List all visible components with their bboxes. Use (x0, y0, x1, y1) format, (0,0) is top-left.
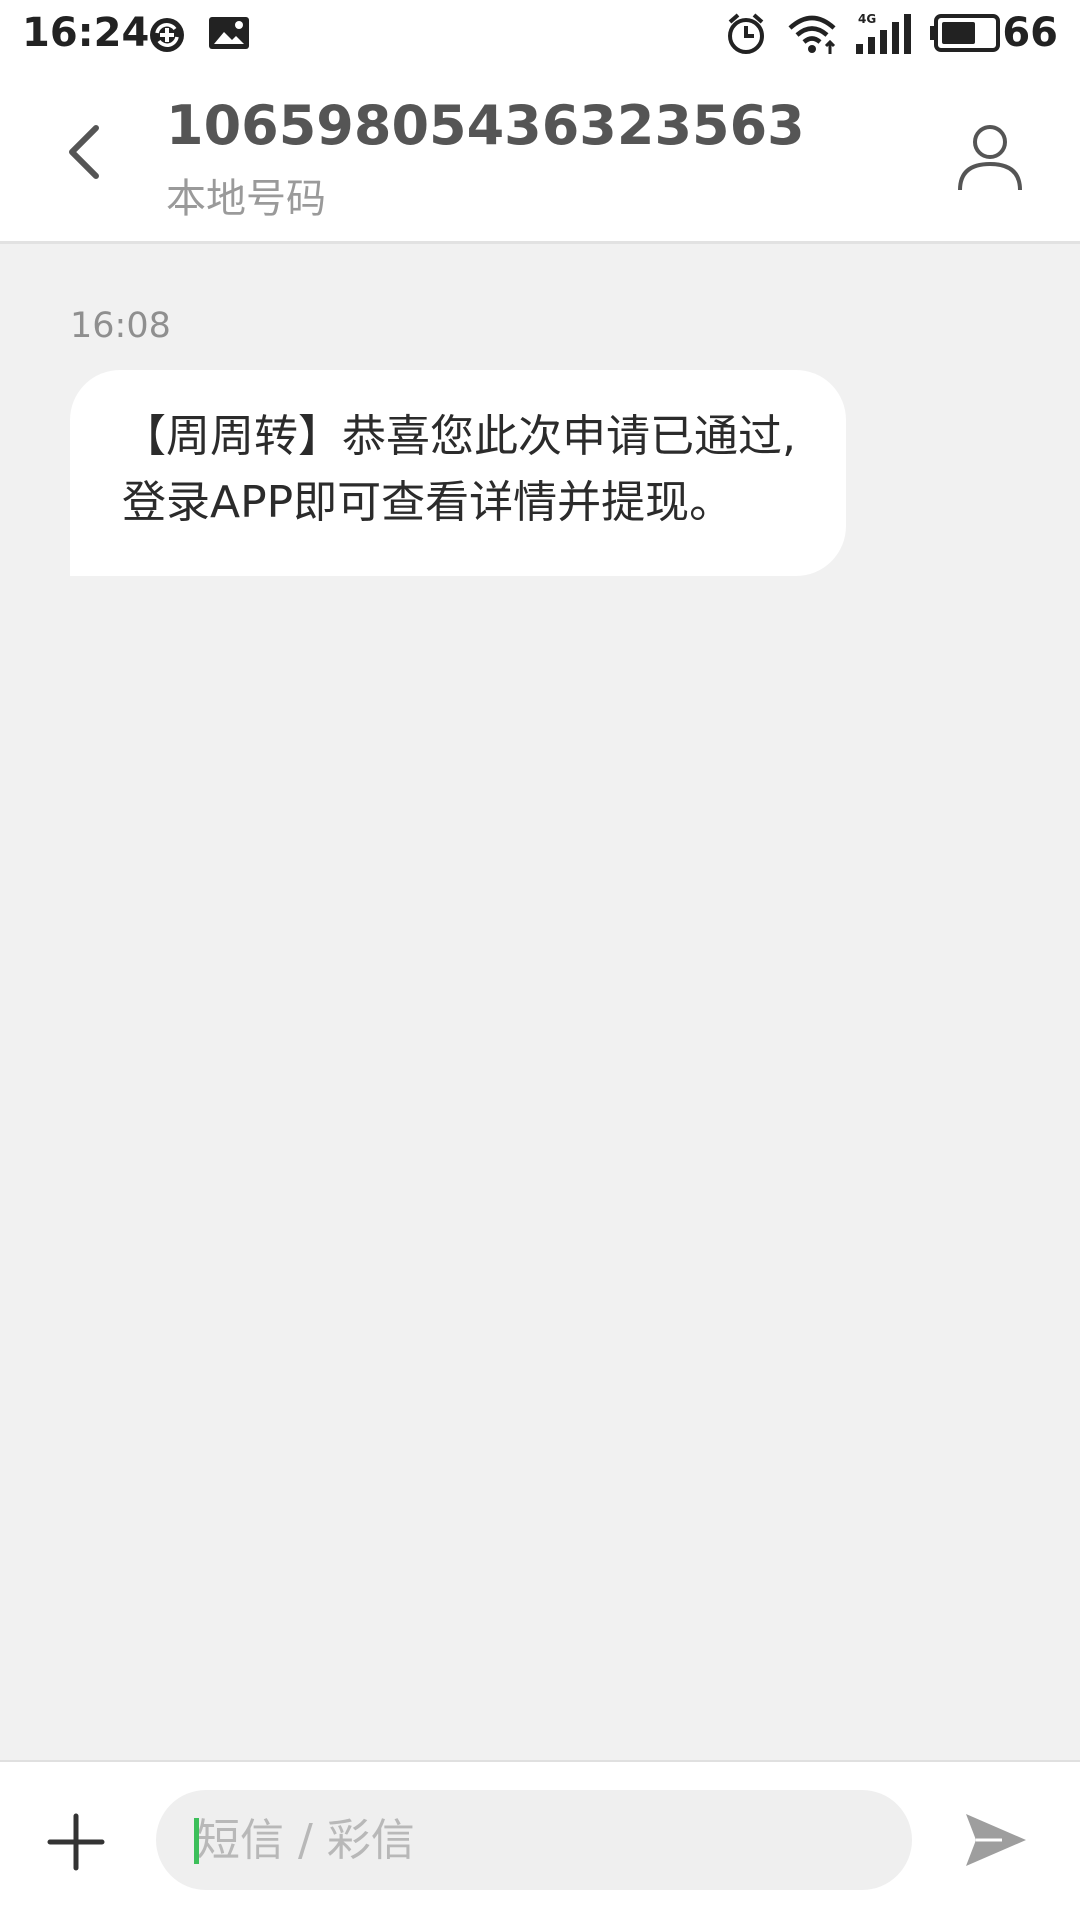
wifi-icon (788, 15, 836, 54)
compose-bar (0, 1760, 1080, 1920)
network-type-label: 4G (858, 12, 876, 26)
send-icon[interactable] (962, 1806, 1030, 1874)
chevron-left-icon[interactable] (50, 116, 122, 188)
sync-icon (150, 18, 184, 52)
battery-icon (930, 14, 1000, 52)
conversation-header: 10659805436323563 本地号码 (0, 66, 1080, 244)
message-bubble[interactable]: 【周周转】恭喜您此次申请已通过,登录APP即可查看详情并提现。 (70, 370, 846, 576)
battery-level: 66 (1002, 10, 1058, 56)
messaging-screen: 16:24 4G 66 10659805436323563 本地号码 16:08… (0, 0, 1080, 1920)
signal-icon: 4G (856, 12, 911, 54)
image-icon (209, 17, 249, 49)
plus-icon[interactable] (44, 1810, 108, 1874)
status-bar: 16:24 4G 66 (0, 0, 1080, 66)
alarm-icon (728, 13, 764, 54)
person-icon[interactable] (952, 118, 1028, 194)
message-input[interactable] (156, 1790, 912, 1890)
contact-subtitle: 本地号码 (166, 176, 326, 222)
message-timestamp: 16:08 (70, 306, 171, 346)
conversation-list[interactable]: 16:08 【周周转】恭喜您此次申请已通过,登录APP即可查看详情并提现。 (0, 244, 1080, 1760)
text-caret (194, 1818, 199, 1864)
status-time: 16:24 (22, 10, 150, 56)
contact-number: 10659805436323563 (166, 94, 805, 157)
